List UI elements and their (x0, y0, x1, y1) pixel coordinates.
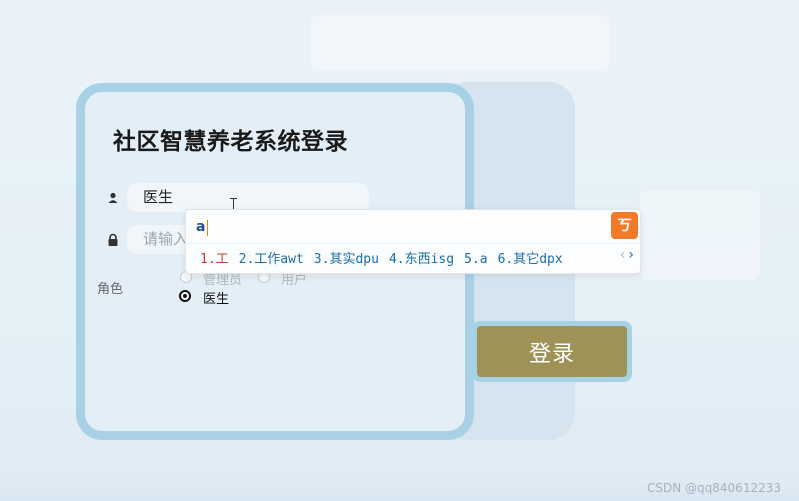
user-icon (108, 192, 118, 203)
ime-candidate[interactable]: 1.工 (200, 252, 229, 267)
page-title: 社区智慧养老系统登录 (113, 129, 348, 155)
ime-prev-page-icon[interactable]: ‹ (620, 247, 626, 263)
ime-divider (186, 243, 640, 244)
login-button[interactable]: 登录 (477, 326, 627, 377)
background-shape (640, 190, 760, 280)
ime-candidate[interactable]: 3.其实dpu (314, 252, 379, 267)
ime-candidate[interactable]: 6.其它dpx (498, 252, 563, 267)
ime-caret (207, 220, 208, 236)
background-shape (310, 15, 610, 70)
lock-icon (108, 233, 118, 246)
ime-candidate-list: 1.工 2.工作awt 3.其实dpu 4.东西isg 5.a 6.其它dpx (200, 248, 573, 267)
username-input[interactable]: 医生 (127, 183, 369, 212)
ime-next-page-icon[interactable]: › (628, 247, 634, 263)
ime-candidate[interactable]: 5.a (464, 252, 487, 267)
role-label: 角色 (97, 282, 124, 297)
ime-composition: a (196, 219, 206, 235)
ime-candidate-popup: a ㄎ 1.工 2.工作awt 3.其实dpu 4.东西isg 5.a 6.其它dpx ‹… (185, 209, 641, 274)
radio-doctor[interactable] (179, 290, 191, 302)
ime-candidate[interactable]: 2.工作awt (239, 252, 304, 267)
watermark: CSDN @qq840612233 (647, 481, 781, 495)
ime-pager: ‹ › (620, 247, 634, 263)
ime-logo-icon[interactable]: ㄎ (611, 212, 638, 239)
radio-doctor-label: 医生 (203, 292, 230, 307)
ime-candidate[interactable]: 4.东西isg (389, 252, 454, 267)
